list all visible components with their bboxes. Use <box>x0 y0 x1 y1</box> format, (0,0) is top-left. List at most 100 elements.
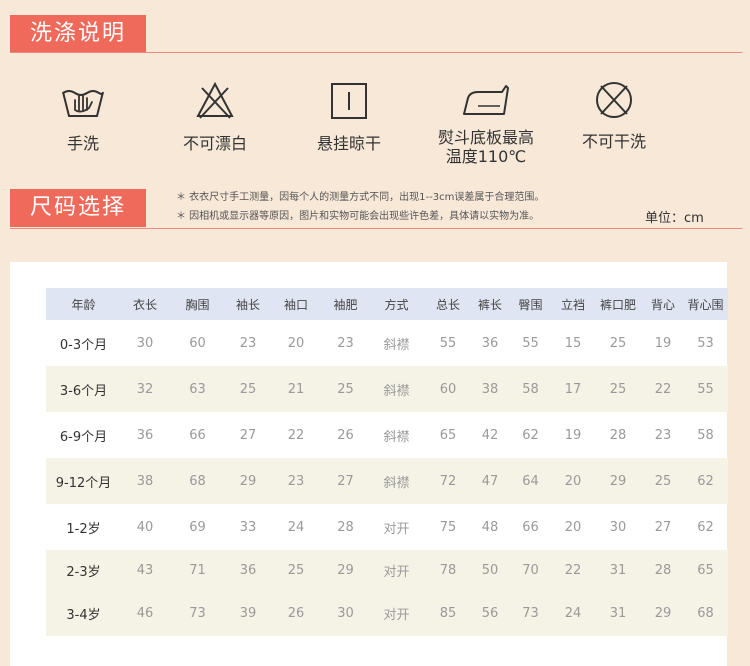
measurement-cell: 斜襟 <box>383 337 410 353</box>
measurement-cell: 53 <box>697 335 714 351</box>
measurement-cell: 25 <box>593 366 643 412</box>
measurement-cell: 36 <box>226 550 270 590</box>
care-label-no-dry-clean: 不可干洗 <box>581 132 646 151</box>
measurement-cell: 58 <box>697 427 714 443</box>
measurement-cell: 47 <box>472 458 508 504</box>
measurement-cell: 23 <box>337 335 354 351</box>
hand-wash-icon <box>62 90 104 117</box>
measurement-cell: 27 <box>239 427 257 443</box>
measurement-cell: 25 <box>322 366 369 412</box>
measurement-cell: 20 <box>287 335 305 351</box>
table-header-cell: 袖长 <box>226 288 270 320</box>
measurement-cell: 48 <box>481 519 499 535</box>
measurement-cell: 39 <box>226 590 270 636</box>
measurement-cell: 27 <box>322 458 369 504</box>
care-item-iron: 熨斗底板最高 温度110℃ <box>426 80 546 166</box>
measurement-cell: 30 <box>609 519 627 535</box>
measurement-cell: 25 <box>609 335 627 351</box>
measurement-cell: 28 <box>609 427 627 443</box>
table-header-cell: 背心 <box>643 288 683 320</box>
measurement-cell: 56 <box>472 590 508 636</box>
measurement-cell: 斜襟 <box>369 458 424 504</box>
measurement-cell: 58 <box>508 366 553 412</box>
measurement-cell: 46 <box>121 590 169 636</box>
size-section-title: 尺码选择 <box>10 189 146 227</box>
measurement-cell: 27 <box>654 519 672 535</box>
measurement-cell: 75 <box>439 519 457 535</box>
measurement-cell: 66 <box>522 519 539 535</box>
measurement-cell: 36 <box>136 427 154 443</box>
care-section-title: 洗涤说明 <box>10 15 146 53</box>
table-row: 6-9个月 36 66 27 22 26 斜襟 65 42 62 19 28 23 58 <box>46 412 728 458</box>
age-cell: 6-9个月 <box>59 429 108 445</box>
measurement-cell: 62 <box>697 519 714 535</box>
measurement-cell: 对开 <box>369 550 424 590</box>
measurement-cell: 对开 <box>369 590 424 636</box>
size-table-panel: 年龄 衣长 胸围 袖长 袖口 袖肥 方式 总长 裤长 臀围 立裆 裤口肥 背心 背心围 0-3个月 30 60… <box>10 262 728 666</box>
table-row: 2-3岁 43 71 36 25 29 对开 78 50 70 22 31 28 65 <box>46 550 728 590</box>
care-item-hand-wash: 手洗 <box>23 80 143 153</box>
age-cell: 3-6个月 <box>46 366 121 412</box>
measurement-cell: 60 <box>424 366 472 412</box>
measurement-cell: 60 <box>189 335 206 351</box>
measurement-cell: 36 <box>481 335 499 351</box>
care-label-no-bleach: 不可漂白 <box>182 134 247 153</box>
measurement-cell: 25 <box>643 458 683 504</box>
iron-icon <box>463 85 509 115</box>
measurement-cell: 50 <box>472 550 508 590</box>
no-bleach-icon <box>196 81 234 119</box>
measurement-cell: 19 <box>654 335 672 351</box>
measurement-cell: 斜襟 <box>383 429 410 445</box>
measurement-cell: 26 <box>270 590 322 636</box>
measurement-cell: 31 <box>593 590 643 636</box>
measurement-cell: 24 <box>553 590 593 636</box>
measurement-cell: 42 <box>481 427 499 443</box>
table-header-cell: 胸围 <box>169 288 226 320</box>
table-row: 3-6个月 32 63 25 21 25 斜襟 60 38 58 17 25 22 55 <box>46 366 728 412</box>
measurement-cell: 22 <box>643 366 683 412</box>
measurement-cell: 23 <box>239 335 257 351</box>
care-instructions: 手洗 不可漂白 悬挂晾干 熨斗底板最高 温度110℃ 不可干洗 <box>0 80 750 180</box>
care-item-hang-dry: 悬挂晾干 <box>289 80 409 153</box>
measurement-cell: 22 <box>553 550 593 590</box>
measurement-cell: 26 <box>337 427 354 443</box>
table-header-row: 年龄 衣长 胸围 袖长 袖口 袖肥 方式 总长 裤长 臀围 立裆 裤口肥 背心 背心围 <box>46 288 728 320</box>
measurement-cell: 62 <box>683 458 728 504</box>
measurement-cell: 23 <box>270 458 322 504</box>
measurement-cell: 21 <box>270 366 322 412</box>
size-note-1: ＊ 衣衣尺寸手工测量，因每个人的测量方式不同，出现1--3cm误差属于合理范围。 <box>176 192 545 203</box>
age-cell: 3-4岁 <box>46 590 121 636</box>
table-header-cell: 方式 <box>369 288 424 320</box>
no-dry-clean-icon <box>596 82 632 118</box>
measurement-cell: 55 <box>522 335 539 351</box>
table-header-cell: 衣长 <box>121 288 169 320</box>
age-cell: 2-3岁 <box>46 550 121 590</box>
measurement-cell: 66 <box>189 427 206 443</box>
care-item-no-bleach: 不可漂白 <box>155 80 275 153</box>
table-header-cell: 袖口 <box>270 288 322 320</box>
care-item-no-dry-clean: 不可干洗 <box>554 80 674 151</box>
measurement-cell: 29 <box>226 458 270 504</box>
measurement-cell: 33 <box>239 519 257 535</box>
table-row: 0-3个月 30 60 23 20 23 斜襟 55 36 55 15 25 19 53 <box>46 320 728 366</box>
measurement-cell: 32 <box>121 366 169 412</box>
measurement-cell: 22 <box>287 427 305 443</box>
care-label-hand-wash: 手洗 <box>66 134 99 153</box>
measurement-cell: 28 <box>337 519 354 535</box>
measurement-cell: 20 <box>553 458 593 504</box>
age-cell: 9-12个月 <box>46 458 121 504</box>
measurement-cell: 43 <box>121 550 169 590</box>
measurement-cell: 65 <box>439 427 457 443</box>
size-section-divider <box>10 228 742 229</box>
measurement-cell: 15 <box>564 335 582 351</box>
table-header-cell: 背心围 <box>683 288 728 320</box>
table-header-cell: 立裆 <box>553 288 593 320</box>
measurement-cell: 对开 <box>383 521 410 537</box>
care-section-divider <box>10 52 742 53</box>
table-header-cell: 臀围 <box>508 288 553 320</box>
measurement-cell: 38 <box>472 366 508 412</box>
measurement-cell: 55 <box>439 335 457 351</box>
measurement-cell: 斜襟 <box>369 366 424 412</box>
measurement-cell: 73 <box>169 590 226 636</box>
measurement-cell: 30 <box>136 335 154 351</box>
